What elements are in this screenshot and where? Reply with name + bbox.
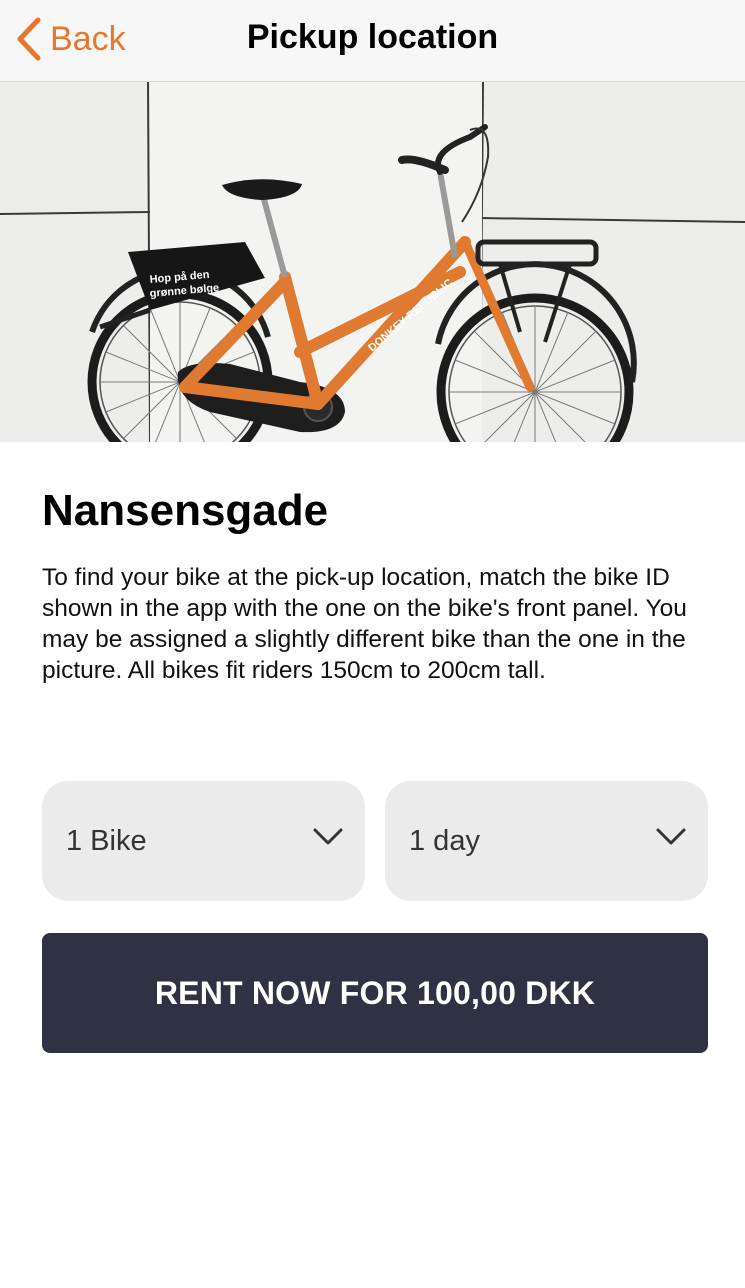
bike-photo: DONKEY REPUBLIC Hop på den grønne bølge <box>0 82 745 442</box>
chevron-down-icon <box>656 828 686 845</box>
rent-now-button[interactable]: RENT NOW FOR 100,00 DKK <box>42 933 708 1053</box>
chevron-down-icon <box>313 828 343 845</box>
bike-count-value: 1 Bike <box>66 824 147 857</box>
bike-illustration: DONKEY REPUBLIC Hop på den grønne bølge <box>0 82 745 442</box>
navigation-bar: Back Pickup location <box>0 0 745 82</box>
rental-duration-value: 1 day <box>409 824 480 857</box>
bike-count-select[interactable]: 1 Bike <box>42 781 365 901</box>
page-title: Pickup location <box>246 18 499 56</box>
location-description: To find your bike at the pick-up locatio… <box>42 564 687 684</box>
location-name: Nansensgade <box>42 486 329 535</box>
rental-duration-select[interactable]: 1 day <box>385 781 708 901</box>
